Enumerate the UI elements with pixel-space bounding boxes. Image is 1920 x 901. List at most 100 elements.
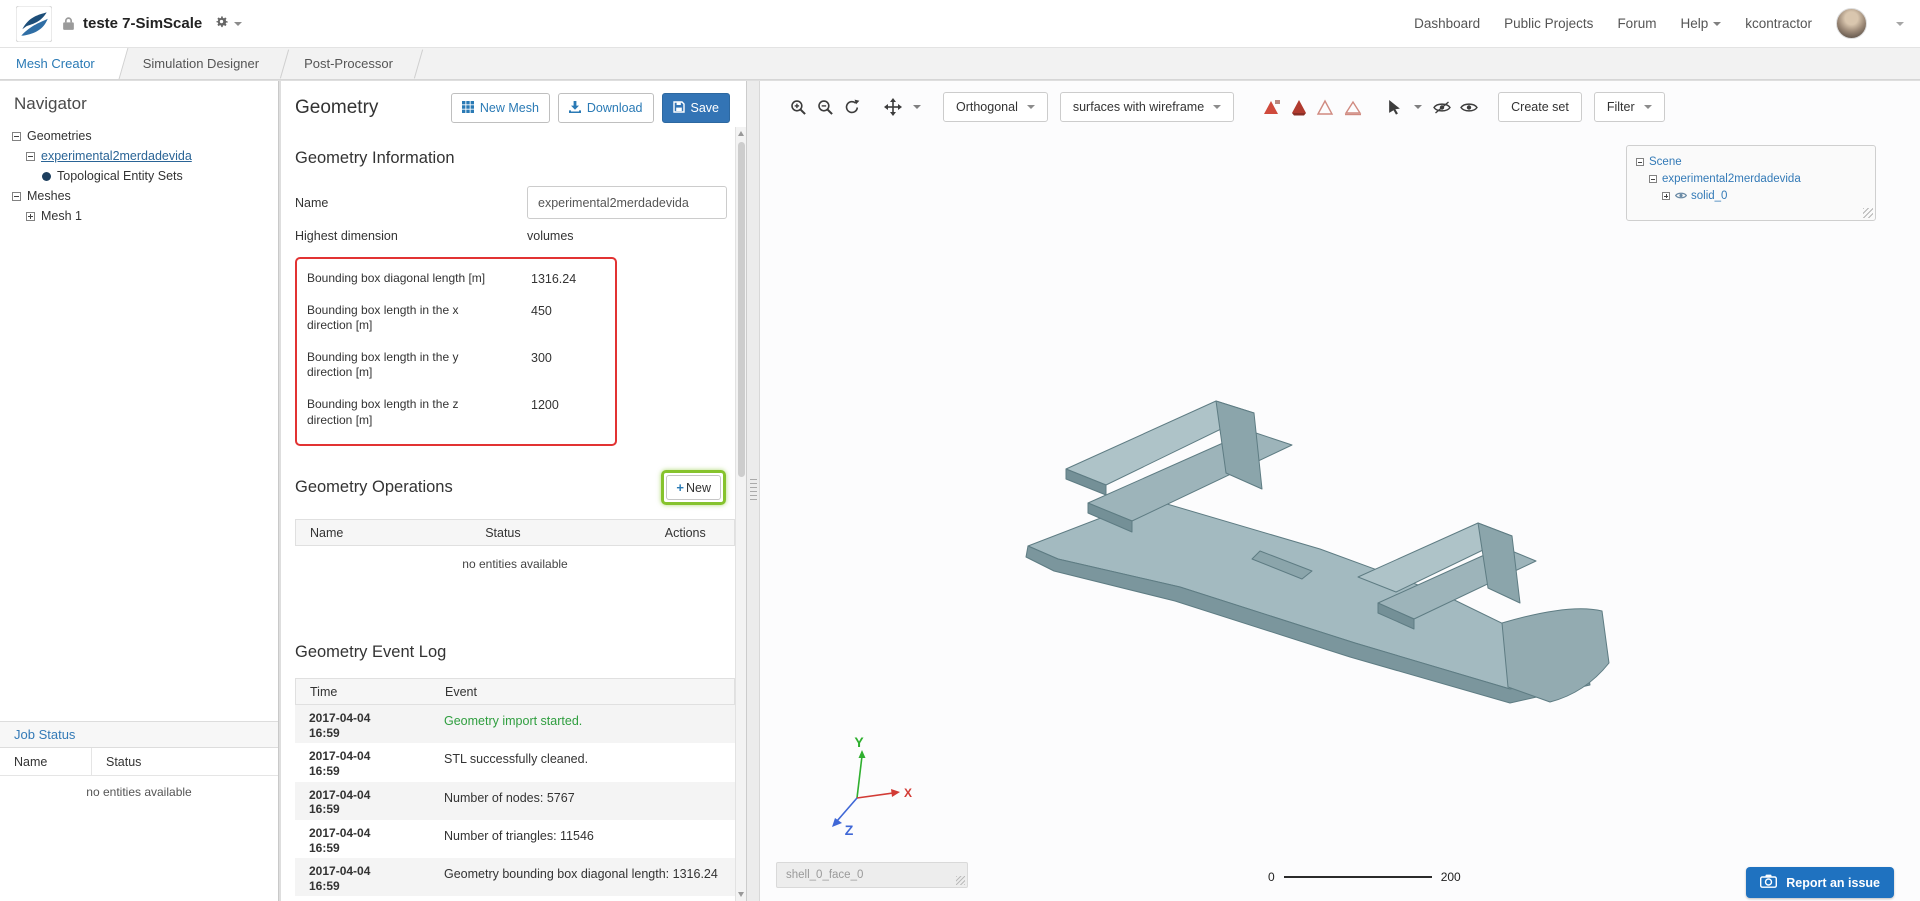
panel-splitter[interactable] [747,81,760,901]
operations-empty-text: no entities available [462,557,568,572]
top-navigation: Dashboard Public Projects Forum Help kco… [1414,8,1904,39]
gear-icon [214,14,229,34]
axis-label-y: Y [854,736,864,750]
tree-item-geometries[interactable]: Geometries [0,126,278,146]
job-status-section: Job Status Name Status no entities avail… [0,721,278,799]
job-status-col-name: Name [0,748,92,775]
user-avatar[interactable] [1836,8,1867,39]
bbox-row: Bounding box length in the x direction [… [307,302,552,333]
chevron-down-icon [234,21,243,26]
event-log-row: 2017-04-04 16:59 Number of nodes: 5767 [295,781,735,820]
hide-selection-eye-slash-icon[interactable] [1430,95,1454,119]
filter-dropdown[interactable]: Filter [1593,92,1665,122]
clip-outline-icon[interactable] [1314,95,1338,119]
scrollbar-thumb[interactable] [737,142,745,477]
collapse-toggle-icon[interactable] [26,151,35,161]
job-status-empty-text: no entities available [86,785,192,799]
axis-label-z: Z [845,822,854,838]
bbox-row: Bounding box length in the y direction [… [307,349,552,380]
download-icon [568,100,581,116]
tab-post-processor[interactable]: Post-Processor [288,48,415,79]
tree-item-topological-entity-sets[interactable]: Topological Entity Sets [0,166,278,186]
nav-username[interactable]: kcontractor [1745,16,1812,31]
visibility-eye-icon[interactable] [1675,191,1687,200]
new-mesh-button[interactable]: New Mesh [450,93,550,123]
geometry-information-heading: Geometry Information [295,149,455,167]
job-status-columns: Name Status [0,748,278,776]
reset-view-icon[interactable] [840,95,864,119]
navigator-title: Navigator [14,94,87,113]
workbench-tabbar: Mesh Creator Simulation Designer Post-Pr… [0,48,1920,80]
private-lock-icon [62,16,75,31]
chevron-down-icon[interactable] [1896,21,1904,26]
render-mode-dropdown[interactable]: surfaces with wireframe [1059,92,1235,122]
viewer-3d[interactable]: Orthogonal surfaces with wireframe Creat… [760,81,1920,901]
scene-tree-geometry[interactable]: experimental2merdadevida [1636,170,1866,187]
show-all-eye-icon[interactable] [1457,95,1481,119]
scene-tree-solid[interactable]: solid_0 [1636,187,1866,204]
event-log-row: 2017-04-04 16:59 Number of triangles: 11… [309,825,594,855]
clip-solid-icon[interactable] [1287,95,1311,119]
report-issue-button[interactable]: Report an issue [1746,867,1894,898]
create-set-button[interactable]: Create set [1498,92,1582,122]
splitter-handle-icon[interactable] [750,479,757,503]
tree-item-meshes[interactable]: Meshes [0,186,278,206]
geometry-event-log-heading: Geometry Event Log [295,643,447,662]
tree-item-mesh-1[interactable]: Mesh 1 [0,206,278,226]
collapse-toggle-icon[interactable] [1636,157,1644,166]
axis-label-x: X [904,786,912,800]
nav-help[interactable]: Help [1680,16,1722,31]
select-cursor-icon[interactable] [1382,95,1406,119]
projection-dropdown[interactable]: Orthogonal [943,92,1048,122]
tree-item-geometry[interactable]: experimental2merdadevida [0,146,278,166]
scene-tree-root[interactable]: Scene [1636,153,1866,170]
nav-forum[interactable]: Forum [1617,16,1656,31]
operations-table: Name Status Actions no entities availabl… [295,519,735,577]
scale-end: 200 [1440,870,1461,884]
expand-toggle-icon[interactable] [26,211,35,221]
geometry-panel: Geometry New Mesh Download Save Geometry… [281,81,747,901]
tab-mesh-creator[interactable]: Mesh Creator [0,48,117,79]
collapse-toggle-icon[interactable] [12,131,21,141]
geometry-panel-scrollbar[interactable] [735,127,746,901]
geometry-3d-model[interactable] [1010,371,1610,711]
zoom-in-icon[interactable] [786,95,810,119]
geometry-name-input[interactable] [527,186,727,219]
clip-plane-outline-icon[interactable] [1341,95,1365,119]
geometry-operations-heading: Geometry Operations [295,478,453,497]
scale-bar-line [1283,876,1432,878]
collapse-toggle-icon[interactable] [1649,174,1657,183]
pan-move-icon[interactable] [881,95,905,119]
project-settings-menu[interactable] [214,14,243,34]
top-header: teste 7-SimScale Dashboard Public Projec… [0,0,1920,48]
chevron-down-icon[interactable] [908,105,921,109]
viewer-toolbar: Orthogonal surfaces with wireframe Creat… [786,91,1677,123]
event-log-row: 2017-04-04 16:59 STL successfully cleane… [309,749,589,779]
save-button[interactable]: Save [661,93,730,123]
axis-triad: Y X Z [832,736,912,838]
operations-col-name: Name [310,525,344,540]
job-status-header[interactable]: Job Status [0,721,278,748]
name-label: Name [295,195,329,210]
tab-simulation-designer[interactable]: Simulation Designer [127,48,281,79]
expand-toggle-icon[interactable] [1662,191,1670,200]
simscale-logo-icon[interactable] [15,4,53,43]
scene-tree-overlay: Scene experimental2merdadevida solid_0 [1626,145,1876,221]
job-status-col-status: Status [106,754,142,769]
geometry-panel-title: Geometry [295,97,379,118]
event-log-row: 2017-04-04 16:59 Geometry bounding box d… [295,858,735,897]
plus-icon: + [676,480,684,496]
event-log-col-time: Time [310,684,338,699]
save-icon [672,100,685,116]
chevron-down-icon[interactable] [1409,105,1423,109]
scroll-up-arrow-icon[interactable] [738,131,744,136]
download-button[interactable]: Download [557,93,654,123]
nav-dashboard[interactable]: Dashboard [1414,16,1480,31]
scroll-down-arrow-icon[interactable] [738,892,744,897]
nav-public-projects[interactable]: Public Projects [1504,16,1593,31]
navigator-panel: Navigator Geometries experimental2merdad… [0,81,279,901]
zoom-out-icon[interactable] [813,95,837,119]
clip-plane-icon[interactable] [1260,95,1284,119]
collapse-toggle-icon[interactable] [12,191,21,201]
new-operation-button[interactable]: + New [666,475,721,501]
